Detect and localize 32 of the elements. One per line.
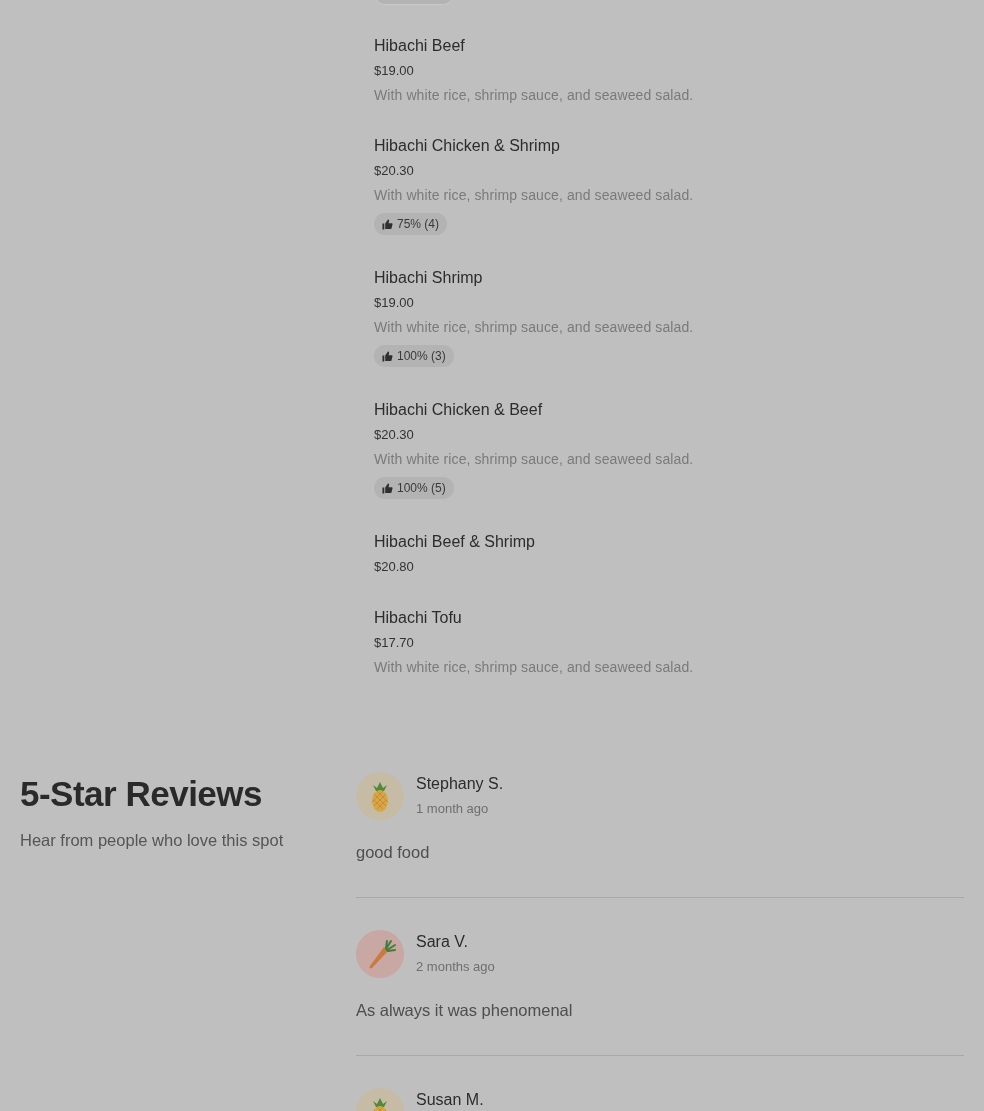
review-time: 2 months ago [416, 958, 495, 976]
review-text: good food [356, 842, 430, 863]
dish-price: $19.00 [374, 294, 414, 312]
dish-description: With white rice, shrimp sauce, and seaweed salad. [374, 658, 694, 677]
dish-price: $20.30 [374, 426, 414, 444]
dish-name[interactable]: Hibachi Chicken & Shrimp [374, 134, 560, 158]
dish-name[interactable]: Hibachi Beef & Shrimp [374, 530, 535, 554]
reviewer-name: Stephany S. [416, 774, 504, 794]
rating-text: 100% (3) [397, 348, 446, 364]
reviewer-name: Sara V. [416, 932, 469, 952]
dish-price: $20.30 [374, 162, 414, 180]
dish-description: With white rice, shrimp sauce, and seaweed salad. [374, 318, 694, 337]
thumbs-up-icon [382, 482, 393, 494]
dish-price: $19.00 [374, 62, 414, 80]
rating-text: 100% (5) [397, 480, 446, 496]
dish-description: With white rice, shrimp sauce, and seaweed salad. [374, 86, 694, 105]
thumbs-up-icon [382, 350, 393, 362]
dish-price: $17.70 [374, 634, 414, 652]
section-heading: 5-Star Reviews [20, 774, 263, 814]
dish-name[interactable]: Hibachi Beef [374, 34, 465, 58]
dish-description: With white rice, shrimp sauce, and seaweed salad. [374, 186, 694, 205]
review-text: As always it was phenomenal [356, 1000, 573, 1021]
thumbs-up-icon [382, 218, 393, 230]
dish-price: $20.80 [374, 558, 414, 576]
review-time: 1 month ago [416, 800, 490, 818]
reviewer-name: Susan M. [416, 1090, 484, 1110]
dish-name[interactable]: Hibachi Shrimp [374, 266, 483, 290]
dish-description: With white rice, shrimp sauce, and seaweed salad. [374, 450, 694, 469]
rating-text: 75% (4) [397, 216, 440, 232]
dish-name[interactable]: Hibachi Tofu [374, 606, 462, 630]
dish-name[interactable]: Hibachi Chicken & Beef [374, 398, 543, 422]
section-subtitle: Hear from people who love this spot [20, 830, 284, 851]
